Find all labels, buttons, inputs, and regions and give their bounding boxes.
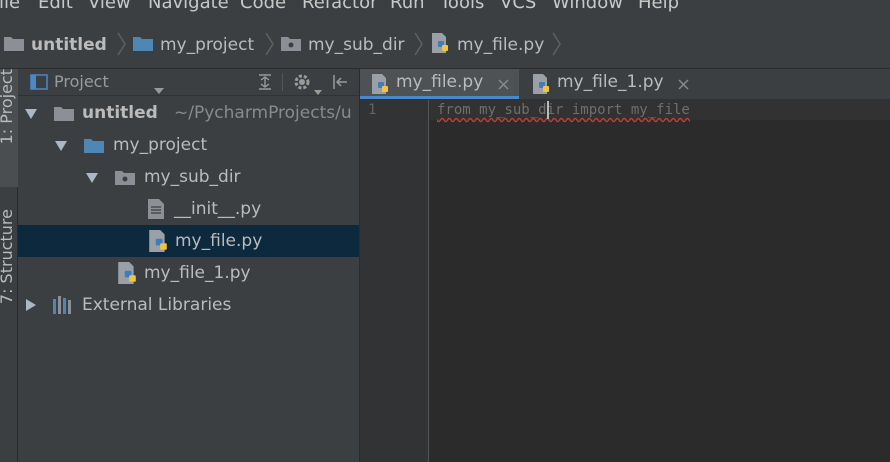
menu-navigate[interactable]: Navigate <box>148 0 229 13</box>
menu-view[interactable]: View <box>88 0 131 13</box>
divider <box>282 73 283 91</box>
breadcrumb-label: my_file.py <box>457 35 545 55</box>
breadcrumb-my-sub-dir[interactable]: my_sub_dir <box>281 34 405 56</box>
editor-gutter: 1 <box>360 100 429 462</box>
tree-item-my-project[interactable]: my_project <box>18 129 359 161</box>
collapse-all-icon[interactable] <box>256 73 274 96</box>
active-tab-indicator <box>360 96 519 99</box>
menu-bar: File Edit View Navigate Code Refactor Ru… <box>0 0 890 20</box>
tree-label: my_sub_dir <box>144 167 241 187</box>
breadcrumb-label: my_project <box>160 35 255 55</box>
left-tool-strip: 1: Project 7: Structure <box>0 69 18 462</box>
menu-help[interactable]: Help <box>638 0 679 13</box>
close-icon[interactable] <box>498 79 509 90</box>
menu-vcs[interactable]: VCS <box>500 0 536 13</box>
package-folder-icon <box>115 171 135 185</box>
panel-project-icon <box>30 74 48 95</box>
package-folder-icon <box>281 35 301 56</box>
hide-panel-icon[interactable] <box>332 73 350 96</box>
chevron-right-icon <box>552 32 561 56</box>
menu-tools[interactable]: Tools <box>440 0 484 13</box>
project-view-selector[interactable]: Project <box>54 72 109 91</box>
tree-item-my-file[interactable]: my_file.py <box>18 225 359 257</box>
expanded-arrow-icon[interactable] <box>85 171 99 185</box>
folder-icon <box>84 139 104 153</box>
project-tool-label: 1: Project <box>0 69 16 145</box>
folder-icon <box>54 107 74 121</box>
menu-run[interactable]: Run <box>390 0 425 13</box>
tree-path: ~/PycharmProjects/u <box>174 103 352 123</box>
breadcrumb-my-file[interactable]: my_file.py <box>430 32 545 58</box>
tree-label: External Libraries <box>82 295 232 315</box>
folder-icon <box>133 35 153 56</box>
chevron-right-icon <box>117 32 126 56</box>
python-file-icon <box>533 74 549 94</box>
code-editor[interactable]: from my_sub_dir import my_file <box>429 100 890 462</box>
library-icon <box>53 296 71 314</box>
structure-tool-label: 7: Structure <box>0 209 16 305</box>
text-file-icon <box>148 199 164 219</box>
chevron-right-icon <box>265 32 274 56</box>
menu-file[interactable]: File <box>0 0 20 13</box>
editor-tab-bar: my_file.py my_file_1.py <box>360 69 890 100</box>
folder-icon <box>4 35 24 56</box>
code-line[interactable]: from my_sub_dir import my_file <box>437 100 690 120</box>
project-tool-tab[interactable]: 1: Project <box>0 69 18 187</box>
collapsed-arrow-icon[interactable] <box>24 298 38 312</box>
chevron-right-icon <box>414 32 423 56</box>
menu-refactor[interactable]: Refactor <box>302 0 378 13</box>
project-panel: Project untitled ~/PycharmProjects/u my_… <box>18 69 360 462</box>
expanded-arrow-icon[interactable] <box>54 139 68 153</box>
breadcrumb-my-project[interactable]: my_project <box>133 34 254 56</box>
tree-item-my-sub-dir[interactable]: my_sub_dir <box>18 161 359 193</box>
tree-label: untitled <box>82 103 158 123</box>
expanded-arrow-icon[interactable] <box>24 107 38 121</box>
tab-label: my_file.py <box>396 72 484 92</box>
tree-item-untitled[interactable]: untitled ~/PycharmProjects/u <box>18 97 359 129</box>
tree-label: my_file_1.py <box>144 263 251 283</box>
dropdown-arrow-icon[interactable] <box>154 79 164 99</box>
python-file-icon <box>118 262 136 284</box>
line-number: 1 <box>368 102 377 118</box>
tree-label: my_project <box>113 135 208 155</box>
python-file-icon <box>430 32 450 58</box>
menu-edit[interactable]: Edit <box>38 0 73 13</box>
breadcrumb-label: my_sub_dir <box>308 35 405 55</box>
tab-my-file[interactable]: my_file.py <box>360 69 519 99</box>
tree-item-external-libraries[interactable]: External Libraries <box>18 289 359 321</box>
breadcrumb-label: untitled <box>31 35 107 55</box>
breadcrumb: untitled my_project my_sub_dir my_file.p… <box>0 20 890 69</box>
tree-item-my-file-1[interactable]: my_file_1.py <box>18 257 359 289</box>
project-panel-header: Project <box>18 69 359 96</box>
python-file-icon <box>149 230 167 252</box>
menu-code[interactable]: Code <box>240 0 286 13</box>
tab-label: my_file_1.py <box>557 72 664 92</box>
tree-label: my_file.py <box>175 231 263 251</box>
tree-item-init-file[interactable]: __init__.py <box>18 193 359 225</box>
close-icon[interactable] <box>678 79 689 90</box>
text-caret <box>547 101 549 119</box>
tree-label: __init__.py <box>174 199 262 219</box>
gear-icon[interactable] <box>292 72 312 97</box>
tab-my-file-1[interactable]: my_file_1.py <box>520 69 698 99</box>
structure-tool-tab[interactable]: 7: Structure <box>0 209 18 349</box>
menu-window[interactable]: Window <box>552 0 623 13</box>
python-file-icon <box>372 74 388 94</box>
breadcrumb-untitled[interactable]: untitled <box>4 34 107 56</box>
